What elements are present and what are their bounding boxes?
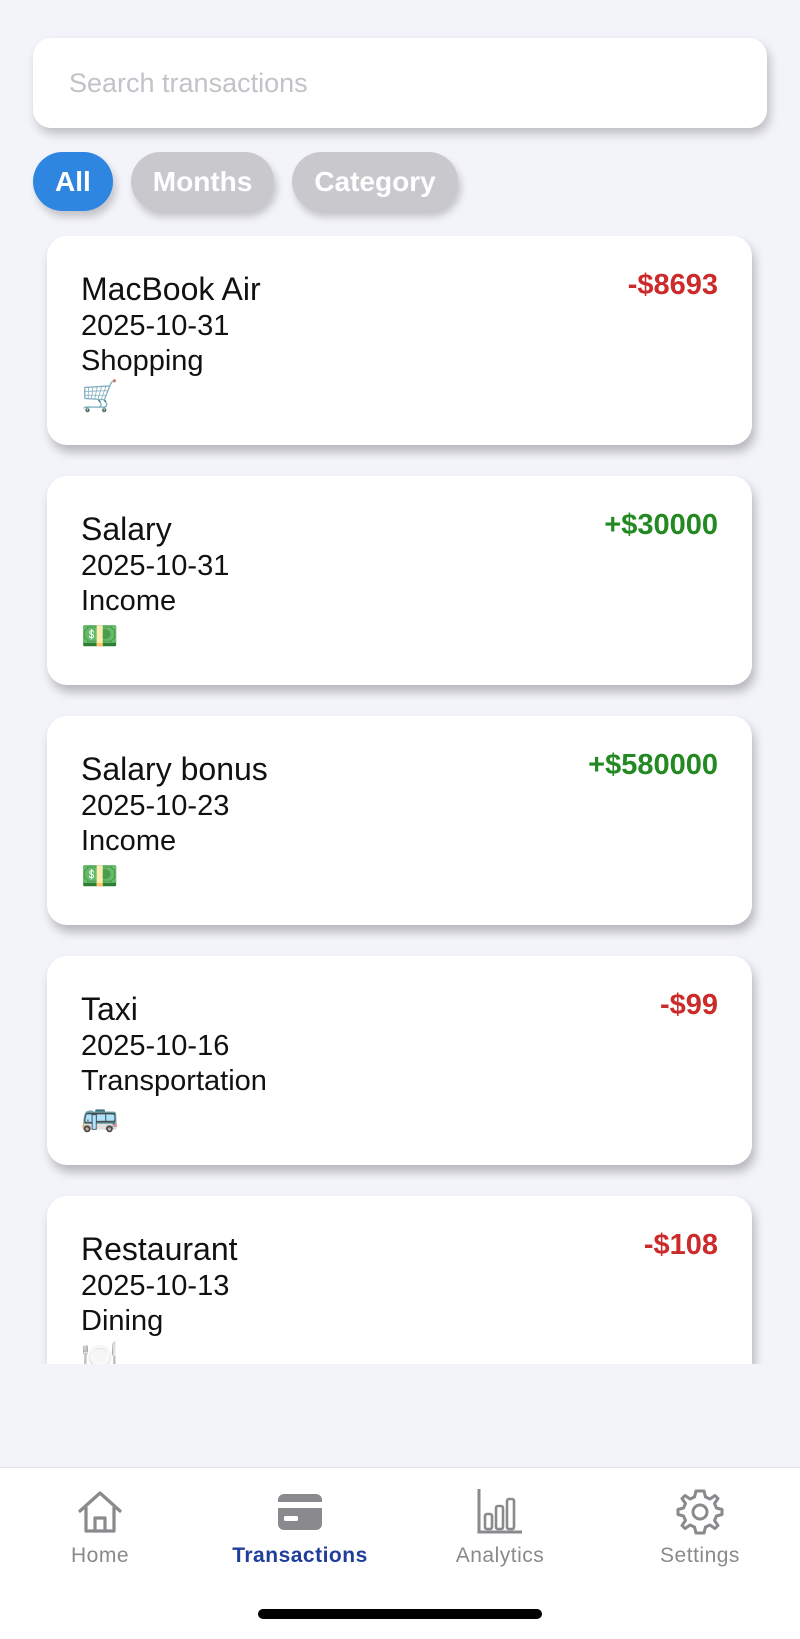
bus-icon: 🚌 <box>81 1100 119 1133</box>
transaction-category: Transportation <box>81 1065 267 1097</box>
search-input[interactable] <box>67 66 733 100</box>
transaction-card[interactable]: Salary 2025-10-31 Income 💵 +$30000 <box>47 476 752 685</box>
transaction-date: 2025-10-16 <box>81 1030 230 1062</box>
transaction-amount: +$580000 <box>588 749 718 781</box>
tab-transactions[interactable]: Transactions <box>200 1486 400 1568</box>
filter-chips: All Months Category <box>33 152 458 211</box>
transaction-date: 2025-10-31 <box>81 550 230 582</box>
shopping-cart-icon: 🛒 <box>81 380 119 413</box>
filter-months-button[interactable]: Months <box>130 152 275 211</box>
transaction-name: MacBook Air <box>81 271 261 307</box>
tab-label: Analytics <box>455 1544 545 1567</box>
gear-icon <box>676 1489 724 1535</box>
home-icon <box>78 1491 122 1533</box>
money-icon: 💵 <box>81 620 119 653</box>
filter-category-button[interactable]: Category <box>292 152 458 211</box>
transaction-amount: -$108 <box>643 1229 718 1261</box>
plate-icon: 🍽️ <box>81 1340 119 1364</box>
transaction-card[interactable]: MacBook Air 2025-10-31 Shopping 🛒 -$8693 <box>47 236 752 445</box>
transaction-name: Salary <box>81 511 172 547</box>
tab-home[interactable]: Home <box>0 1486 200 1568</box>
tab-label: Transactions <box>232 1544 368 1567</box>
transaction-amount: +$30000 <box>604 509 718 541</box>
filter-all-button[interactable]: All <box>33 152 113 211</box>
transaction-date: 2025-10-31 <box>81 310 230 342</box>
transaction-category: Income <box>81 825 177 857</box>
search-bar[interactable] <box>33 38 767 128</box>
transaction-name: Salary bonus <box>81 751 268 787</box>
transaction-amount: -$99 <box>659 989 718 1021</box>
transaction-date: 2025-10-23 <box>81 790 230 822</box>
transaction-card[interactable]: Taxi 2025-10-16 Transportation 🚌 -$99 <box>47 956 752 1165</box>
transaction-category: Dining <box>81 1305 164 1337</box>
transaction-name: Restaurant <box>81 1231 238 1267</box>
transaction-name: Taxi <box>81 991 138 1027</box>
transaction-list[interactable]: MacBook Air 2025-10-31 Shopping 🛒 -$8693… <box>0 236 800 1364</box>
transaction-category: Shopping <box>81 345 204 377</box>
card-icon <box>278 1494 322 1530</box>
home-indicator <box>258 1609 542 1619</box>
tab-label: Settings <box>660 1544 740 1567</box>
transaction-date: 2025-10-13 <box>81 1270 230 1302</box>
transaction-card[interactable]: Salary bonus 2025-10-23 Income 💵 +$58000… <box>47 716 752 925</box>
tab-label: Home <box>70 1544 130 1567</box>
tab-analytics[interactable]: Analytics <box>400 1486 600 1568</box>
money-icon: 💵 <box>81 860 119 893</box>
transaction-category: Income <box>81 585 177 617</box>
bar-chart-icon <box>477 1489 522 1534</box>
transaction-card[interactable]: Restaurant 2025-10-13 Dining 🍽️ -$108 <box>47 1196 752 1364</box>
tab-settings[interactable]: Settings <box>600 1486 800 1568</box>
transaction-amount: -$8693 <box>627 269 718 301</box>
